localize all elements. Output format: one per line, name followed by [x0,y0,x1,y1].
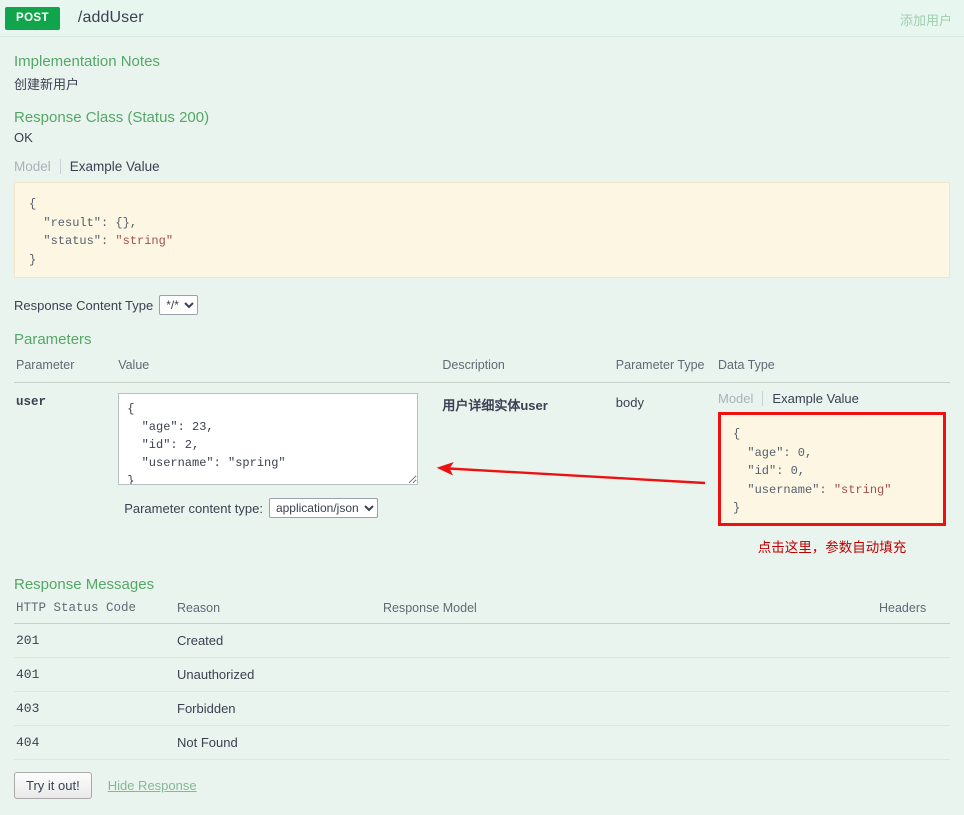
col-header-description: Description [440,356,613,383]
response-class-title: Response Class (Status 200) [14,109,950,126]
try-it-out-button[interactable]: Try it out! [14,772,92,799]
status-code: 401 [14,658,175,692]
col-header-status-code: HTTP Status Code [14,599,175,624]
json-status-value: "string" [115,234,173,248]
status-reason: Created [175,624,381,658]
table-row: 401 Unauthorized [14,658,950,692]
tab-example-value[interactable]: Example Value [61,159,160,174]
response-messages-body: 201 Created 401 Unauthorized 403 Forbidd… [14,624,950,760]
data-type-tab-example-value[interactable]: Example Value [763,391,858,406]
status-headers [877,658,950,692]
col-header-parameter: Parameter [14,356,116,383]
status-code: 201 [14,624,175,658]
response-content-type-row: Response Content Type */* [14,295,950,315]
response-class-status-text: OK [14,130,950,145]
table-row: 403 Forbidden [14,692,950,726]
status-headers [877,692,950,726]
dt-json-username-key: "username": [733,483,834,497]
status-model [381,692,877,726]
status-model [381,658,877,692]
parameters-title: Parameters [14,331,950,348]
json-open-brace: { [29,197,36,211]
col-header-value: Value [116,356,440,383]
parameter-name: user [14,383,116,561]
response-example-value: { "result": {}, "status": "string" } [14,182,950,278]
response-messages-table: HTTP Status Code Reason Response Model H… [14,599,950,760]
dt-json-open-brace: { [733,427,740,441]
table-row: 201 Created [14,624,950,658]
data-type-tab-model[interactable]: Model [718,391,763,406]
table-row: user Parameter content type: application… [14,383,950,561]
status-reason: Unauthorized [175,658,381,692]
parameters-header-row: Parameter Value Description Parameter Ty… [14,356,950,383]
dt-json-age-line: "age": 0, [733,446,812,460]
parameter-content-type-label: Parameter content type: [124,501,263,516]
parameter-description: 用户详细实体user [440,383,613,561]
annotation-click-here-note: 点击这里，参数自动填充 [718,536,946,556]
status-reason: Forbidden [175,692,381,726]
operation-header[interactable]: POST /addUser 添加用户 [0,0,964,37]
http-method-badge: POST [5,7,60,30]
operation-path: /addUser [78,9,144,27]
parameters-table-body: user Parameter content type: application… [14,383,950,561]
status-code: 403 [14,692,175,726]
data-type-example-highlight[interactable]: { "age": 0, "id": 0, "username": "string… [718,412,946,526]
implementation-notes-text: 创建新用户 [14,74,950,93]
operation-content: Implementation Notes 创建新用户 Response Clas… [0,53,964,815]
data-type-example-value[interactable]: { "age": 0, "id": 0, "username": "string… [721,415,943,523]
status-model [381,624,877,658]
data-type-tabs: Model Example Value [718,391,946,406]
implementation-notes-title: Implementation Notes [14,53,950,70]
parameter-value-cell: Parameter content type: application/json [116,383,440,561]
operation-summary: 添加用户 [900,10,952,29]
parameters-table: Parameter Value Description Parameter Ty… [14,356,950,560]
tab-model[interactable]: Model [14,159,61,174]
hide-response-link[interactable]: Hide Response [108,778,197,793]
operation-footer: Try it out! Hide Response [14,772,950,815]
dt-json-id-line: "id": 0, [733,464,805,478]
col-header-response-model: Response Model [381,599,877,624]
status-reason: Not Found [175,726,381,760]
parameter-type: body [614,383,716,561]
col-header-data-type: Data Type [716,356,950,383]
response-content-type-select[interactable]: */* [159,295,198,315]
status-headers [877,726,950,760]
dt-json-close-brace: } [733,501,740,515]
json-result-line: "result": {}, [29,216,137,230]
response-messages-title: Response Messages [14,576,950,593]
col-header-parameter-type: Parameter Type [614,356,716,383]
response-messages-head: HTTP Status Code Reason Response Model H… [14,599,950,624]
data-type-cell: Model Example Value { "age": 0, "id": 0,… [716,383,950,561]
parameter-body-input[interactable] [118,393,418,485]
response-messages-header-row: HTTP Status Code Reason Response Model H… [14,599,950,624]
status-code: 404 [14,726,175,760]
response-class-tabs: Model Example Value [14,159,950,174]
response-content-type-label: Response Content Type [14,298,153,313]
col-header-headers: Headers [877,599,950,624]
parameters-table-head: Parameter Value Description Parameter Ty… [14,356,950,383]
parameter-content-type-select[interactable]: application/json [269,498,378,518]
parameter-content-type-row: Parameter content type: application/json [118,498,436,518]
col-header-reason: Reason [175,599,381,624]
table-row: 404 Not Found [14,726,950,760]
status-headers [877,624,950,658]
dt-json-username-value: "string" [834,483,892,497]
json-status-key: "status": [29,234,115,248]
status-model [381,726,877,760]
json-close-brace: } [29,253,36,267]
